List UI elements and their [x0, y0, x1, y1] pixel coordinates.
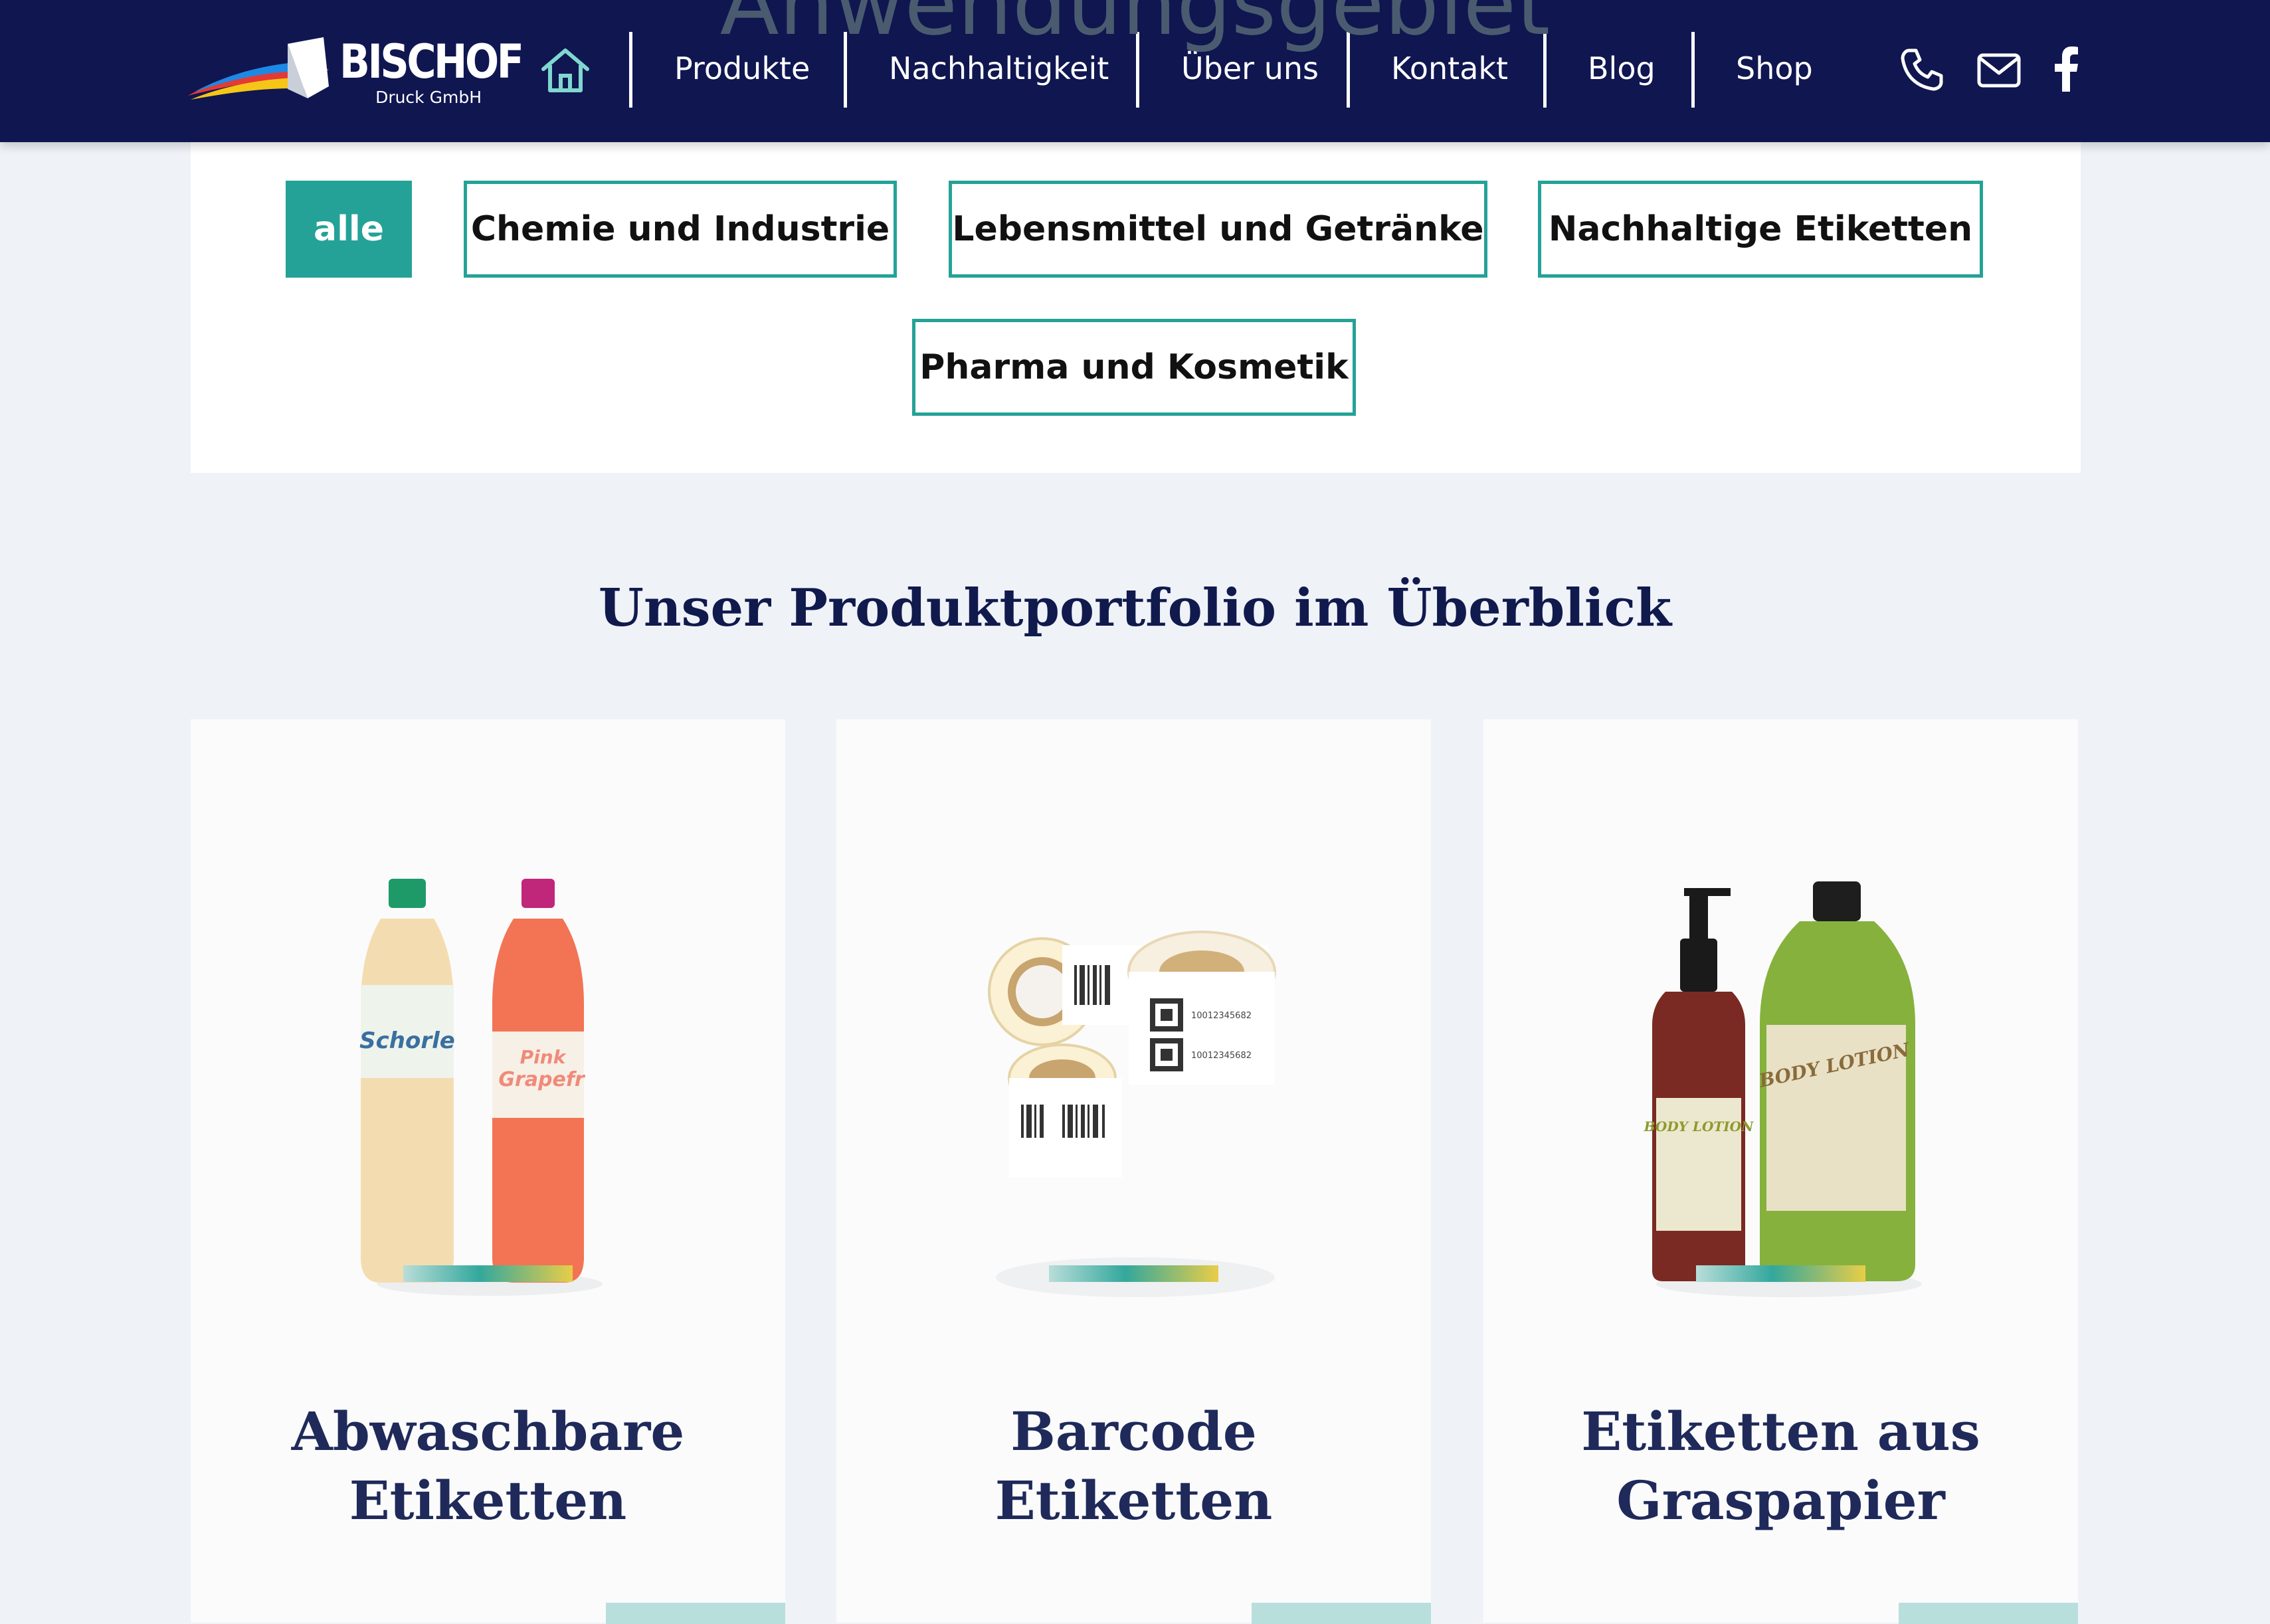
nav-kontakt[interactable]: Kontakt	[1391, 50, 1508, 86]
nav-separator	[1136, 32, 1139, 108]
card-title-line1: Barcode	[1010, 1400, 1257, 1463]
card-accent-bar	[403, 1265, 573, 1282]
filter-chip-nachhaltig[interactable]: Nachhaltige Etiketten	[1538, 181, 1983, 278]
mail-icon[interactable]	[1977, 53, 2021, 88]
card-title-line2: Etiketten	[349, 1469, 627, 1532]
phone-icon[interactable]	[1900, 48, 1944, 92]
card-tab[interactable]	[1899, 1603, 2078, 1624]
nav-separator	[1691, 32, 1695, 108]
product-card[interactable]: Schorle Pink Grapefr Abwaschbare Etikett…	[191, 719, 785, 1624]
card-tab[interactable]	[606, 1603, 785, 1624]
nav-separator	[844, 32, 847, 108]
product-image-bottles: Schorle Pink Grapefr	[359, 879, 603, 1296]
nav-separator	[629, 32, 632, 108]
nav-blog[interactable]: Blog	[1588, 50, 1655, 86]
nav-ueber-uns[interactable]: Über uns	[1181, 50, 1319, 86]
site-header: BISCHOF Druck GmbH Produkte Nachhaltigke…	[0, 0, 2270, 142]
card-title-line2: Etiketten	[994, 1469, 1273, 1532]
product-image-barcode-rolls: 10012345682 10012345682	[988, 931, 1276, 1297]
section-title: Unser Produktportfolio im Überblick	[598, 577, 1672, 638]
card-title[interactable]: Abwaschbare Etiketten	[191, 1397, 785, 1535]
bottle-label-grapefruit: Grapefr	[498, 1068, 586, 1091]
card-title[interactable]: Etiketten aus Graspapier	[1483, 1397, 2078, 1535]
card-accent-bar	[1049, 1265, 1218, 1282]
product-card[interactable]: 10012345682 10012345682 Barcode Etikette…	[836, 719, 1431, 1624]
nav-produkte[interactable]: Produkte	[674, 50, 810, 86]
category-filter-panel: alle Chemie und Industrie Lebensmittel u…	[191, 142, 2081, 473]
filter-chip-pharma[interactable]: Pharma und Kosmetik	[912, 319, 1356, 416]
nav-shop[interactable]: Shop	[1736, 50, 1813, 86]
logo-name: BISCHOF	[339, 35, 524, 89]
card-title[interactable]: Barcode Etiketten	[836, 1397, 1431, 1535]
card-accent-bar	[1696, 1265, 1865, 1282]
nav-separator	[1543, 32, 1547, 108]
logo-subtitle: Druck GmbH	[375, 88, 482, 107]
nav-separator	[1347, 32, 1350, 108]
card-title-line1: Abwaschbare	[291, 1400, 685, 1463]
home-icon[interactable]	[539, 46, 591, 94]
barcode-number-bottom: 10012345682	[1191, 1051, 1252, 1061]
facebook-icon[interactable]	[2054, 46, 2078, 92]
logo[interactable]: BISCHOF Druck GmbH	[188, 35, 524, 109]
logo-mark-icon	[188, 37, 329, 100]
filter-chip-alle[interactable]: alle	[286, 181, 412, 278]
lotion-label-small: BODY LOTION	[1644, 1119, 1754, 1134]
filter-chip-lebensmittel[interactable]: Lebensmittel und Getränke	[949, 181, 1487, 278]
card-title-line2: Graspapier	[1616, 1469, 1945, 1532]
bottle-label-pink: Pink	[520, 1046, 567, 1068]
card-title-line1: Etiketten aus	[1581, 1400, 1980, 1463]
filter-chip-chemie[interactable]: Chemie und Industrie	[464, 181, 897, 278]
nav-nachhaltigkeit[interactable]: Nachhaltigkeit	[889, 50, 1109, 86]
product-image-lotion-bottles: BODY LOTION BODY LOTION	[1644, 881, 1922, 1297]
card-tab[interactable]	[1252, 1603, 1431, 1624]
barcode-number-top: 10012345682	[1191, 1011, 1252, 1021]
bottle-label-schorle: Schorle	[359, 1028, 455, 1054]
product-card[interactable]: BODY LOTION BODY LOTION Etiketten aus Gr…	[1483, 719, 2078, 1624]
